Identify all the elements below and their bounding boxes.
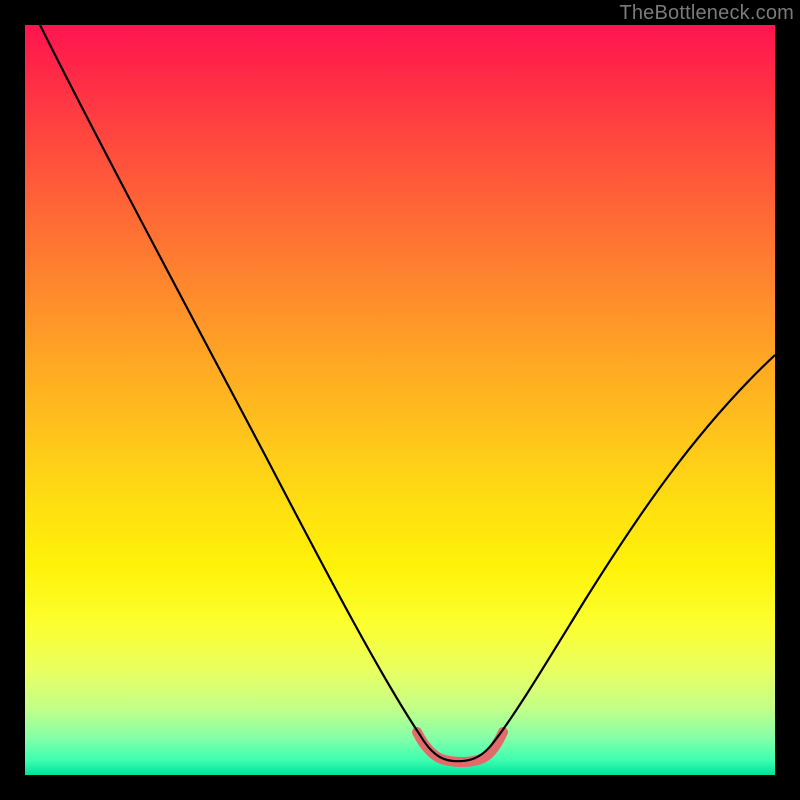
watermark-text: TheBottleneck.com bbox=[619, 2, 794, 25]
bottleneck-curve bbox=[40, 25, 775, 761]
curve-layer bbox=[25, 25, 775, 775]
plot-area bbox=[25, 25, 775, 775]
chart-frame: TheBottleneck.com bbox=[0, 0, 800, 800]
